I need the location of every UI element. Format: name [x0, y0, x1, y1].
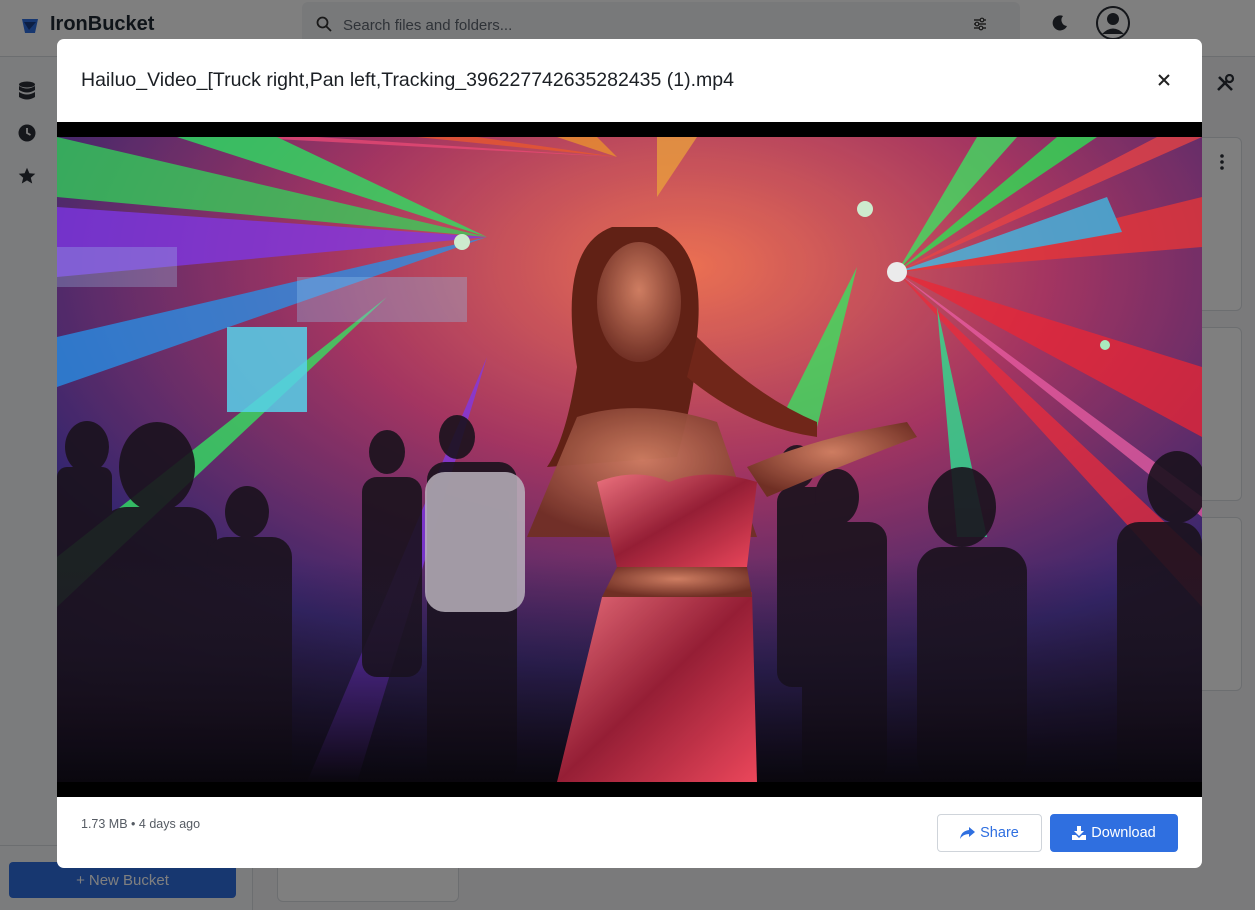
share-icon — [960, 826, 976, 839]
modal-title: Hailuo_Video_[Truck right,Pan left,Track… — [81, 69, 734, 91]
close-button[interactable] — [1153, 69, 1175, 91]
video-thumbnail — [57, 137, 1202, 782]
video-frame[interactable] — [57, 137, 1202, 782]
meta-separator: • — [131, 817, 136, 831]
file-preview-modal: Hailuo_Video_[Truck right,Pan left,Track… — [57, 39, 1202, 868]
video-player[interactable] — [57, 122, 1202, 797]
close-icon — [1158, 74, 1170, 86]
file-metadata: 1.73 MB • 4 days ago — [81, 817, 200, 831]
modified-time: 4 days ago — [138, 817, 201, 831]
download-icon — [1072, 826, 1087, 840]
share-button[interactable]: Share — [937, 814, 1042, 852]
file-size: 1.73 MB — [81, 817, 128, 831]
download-button[interactable]: Download — [1050, 814, 1178, 852]
